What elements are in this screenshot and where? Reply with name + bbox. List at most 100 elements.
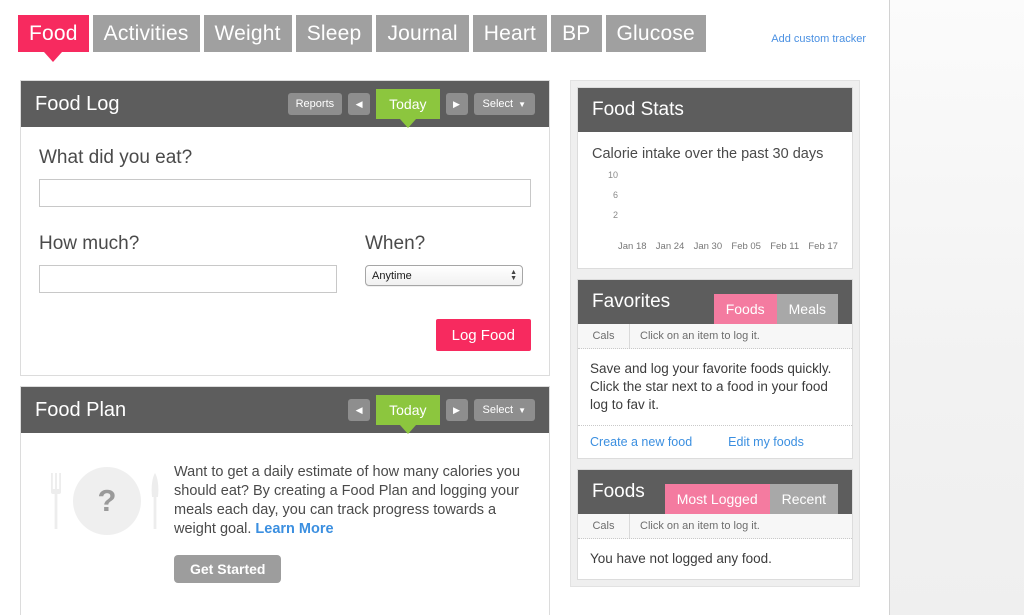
food-log-actions: Log Food <box>39 319 531 351</box>
create-a-new-food-link[interactable]: Create a new food <box>590 435 692 449</box>
chart-xaxis: Jan 18 Jan 24 Jan 30 Feb 05 Feb 11 Feb 1… <box>618 241 838 252</box>
food-log-body: What did you eat? How much? When? Anytim… <box>21 127 549 375</box>
today-button[interactable]: Today <box>376 89 440 128</box>
food-stats-header: Food Stats <box>578 88 852 132</box>
food-log-panel: Food Log Reports ◀ Today ▶ Select ▼ What … <box>20 80 550 376</box>
how-much-label: How much? <box>39 233 140 254</box>
tab-heart-label: Heart <box>483 21 537 45</box>
food-plan-title: Food Plan <box>35 398 127 421</box>
food-log-header: Food Log Reports ◀ Today ▶ Select ▼ <box>21 81 549 128</box>
tab-bp-label: BP <box>562 21 591 45</box>
tab-food[interactable]: Food <box>18 15 89 62</box>
favorites-tab-meals[interactable]: Meals <box>776 294 838 324</box>
favorites-list-header: Cals Click on an item to log it. <box>578 324 852 349</box>
food-plan-description: Want to get a daily estimate of how many… <box>174 463 531 583</box>
plan-prev-day-arrow-icon[interactable]: ◀ <box>348 399 371 421</box>
food-log-header-tools: Reports ◀ Today ▶ Select ▼ <box>287 89 535 128</box>
when-select-value: Anytime <box>372 269 412 282</box>
tab-weight[interactable]: Weight <box>203 15 292 52</box>
tab-activities[interactable]: Activities <box>92 15 200 52</box>
chart-xtick-1: Jan 24 <box>655 241 685 252</box>
tracker-tab-bar: Food Activities Weight Sleep Journal Hea… <box>18 15 706 62</box>
food-plan-select-dropdown[interactable]: Select ▼ <box>473 399 535 421</box>
favorites-links: Create a new food Edit my foods <box>578 425 852 458</box>
tab-bp[interactable]: BP <box>551 15 602 52</box>
chart-caption: Calorie intake over the past 30 days <box>592 146 824 162</box>
food-plan-body: ? Want to get a daily estimate of how ma… <box>21 433 549 615</box>
foods-col-hint: Click on an item to log it. <box>640 520 760 532</box>
reports-button[interactable]: Reports <box>287 93 343 115</box>
food-log-select-label: Select <box>482 98 514 110</box>
quantity-input[interactable] <box>39 265 337 293</box>
tab-glucose-label: Glucose <box>616 21 695 45</box>
page-right-gutter <box>889 0 1024 615</box>
favorites-col-cals: Cals <box>578 324 630 348</box>
food-stats-title: Food Stats <box>592 99 684 120</box>
tab-glucose[interactable]: Glucose <box>605 15 706 52</box>
food-log-title: Food Log <box>35 92 120 115</box>
question-mark-glyph: ? <box>97 483 117 518</box>
when-group: When? Anytime ▲ ▼ <box>365 233 531 293</box>
chart-ytick-2: 2 <box>612 210 618 220</box>
plate-icon: ? <box>73 467 141 535</box>
food-stats-panel: Food Stats Calorie intake over the past … <box>577 87 853 269</box>
learn-more-link[interactable]: Learn More <box>255 521 333 537</box>
food-plan-header-tools: ◀ Today ▶ Select ▼ <box>348 395 535 434</box>
chart-xtick-2: Jan 30 <box>693 241 723 252</box>
app-root: Food Activities Weight Sleep Journal Hea… <box>0 0 1024 615</box>
add-custom-tracker-link[interactable]: Add custom tracker <box>771 33 866 45</box>
food-plan-panel: Food Plan ◀ Today ▶ Select ▼ ? Want to g… <box>20 386 550 615</box>
page-body: Food Activities Weight Sleep Journal Hea… <box>0 0 889 615</box>
tab-weight-label: Weight <box>214 21 281 45</box>
stepper-arrows-icon: ▲ ▼ <box>510 268 517 282</box>
tab-heart[interactable]: Heart <box>472 15 548 52</box>
when-label: When? <box>365 233 426 254</box>
log-food-button[interactable]: Log Food <box>435 319 531 351</box>
what-did-you-eat-label: What did you eat? <box>39 147 193 168</box>
favorites-tab-group: Foods Meals <box>713 280 838 324</box>
foods-title: Foods <box>592 481 645 502</box>
food-log-select-dropdown[interactable]: Select ▼ <box>473 93 535 115</box>
edit-my-foods-link[interactable]: Edit my foods <box>728 435 804 449</box>
tab-journal[interactable]: Journal <box>376 15 469 52</box>
tab-food-label: Food <box>29 21 78 45</box>
plan-today-button[interactable]: Today <box>376 395 440 434</box>
next-day-arrow-icon[interactable]: ▶ <box>445 93 468 115</box>
favorites-empty-message: Save and log your favorite foods quickly… <box>590 361 832 412</box>
quantity-and-time-row: How much? When? Anytime ▲ ▼ <box>39 233 531 293</box>
prev-day-arrow-icon[interactable]: ◀ <box>348 93 371 115</box>
chart-xtick-5: Feb 17 <box>808 241 838 252</box>
foods-panel: Foods Most Logged Recent Cals Click on a… <box>577 469 853 580</box>
plan-next-day-arrow-icon[interactable]: ▶ <box>445 399 468 421</box>
chart-ytick-10: 10 <box>607 170 618 180</box>
favorites-col-hint: Click on an item to log it. <box>640 330 760 342</box>
tab-journal-label: Journal <box>387 21 458 45</box>
tab-activities-label: Activities <box>103 21 189 45</box>
food-name-input[interactable] <box>39 179 531 207</box>
tab-sleep[interactable]: Sleep <box>295 15 373 52</box>
chevron-down-icon: ▼ <box>518 99 526 109</box>
favorites-header: Favorites Foods Meals <box>578 280 852 324</box>
plate-and-cutlery-icon: ? <box>39 463 174 539</box>
chevron-down-icon: ▼ <box>518 405 526 415</box>
foods-list-header: Cals Click on an item to log it. <box>578 514 852 539</box>
favorites-panel: Favorites Foods Meals Cals Click on an i… <box>577 279 853 459</box>
how-much-group: How much? <box>39 233 339 293</box>
chart-xtick-3: Feb 05 <box>731 241 761 252</box>
favorites-tab-foods[interactable]: Foods <box>713 294 777 324</box>
tab-sleep-label: Sleep <box>306 21 362 45</box>
when-select[interactable]: Anytime ▲ ▼ <box>365 265 523 286</box>
foods-tab-recent[interactable]: Recent <box>769 484 838 514</box>
foods-tab-most-logged[interactable]: Most Logged <box>664 484 770 514</box>
right-column: Food Stats Calorie intake over the past … <box>570 80 860 587</box>
get-started-button[interactable]: Get Started <box>174 555 282 583</box>
favorites-title: Favorites <box>592 291 671 312</box>
knife-icon <box>151 473 159 529</box>
food-plan-header: Food Plan ◀ Today ▶ Select ▼ <box>21 387 549 434</box>
foods-empty-message: You have not logged any food. <box>590 551 772 566</box>
chart-ytick-6: 6 <box>612 190 618 200</box>
food-plan-select-label: Select <box>482 404 514 416</box>
fork-icon <box>51 473 61 529</box>
chart-xtick-0: Jan 18 <box>618 241 647 252</box>
food-stats-body: Calorie intake over the past 30 days 10 … <box>578 132 852 268</box>
